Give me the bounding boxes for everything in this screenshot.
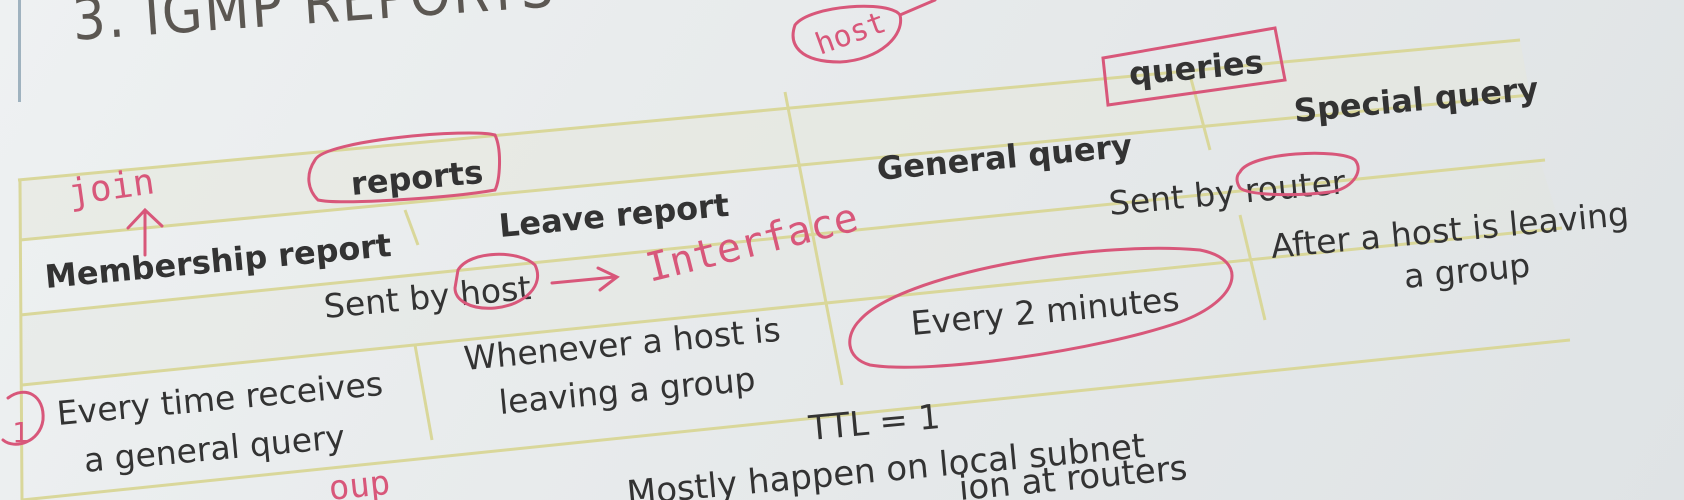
ink-host-top: host [811,5,891,63]
footer-ttl: TTL = 1 [806,397,942,449]
igmp-table: Membership report Leave report General q… [1,0,1630,500]
slide-photo: 3. IGMP REPORTS Membership report Leave … [0,0,1684,500]
host-top-tail [898,0,937,17]
ink-number: 1 [12,416,29,449]
special-when-line2: a group [1402,245,1532,296]
ink-partial: oup [327,463,392,500]
